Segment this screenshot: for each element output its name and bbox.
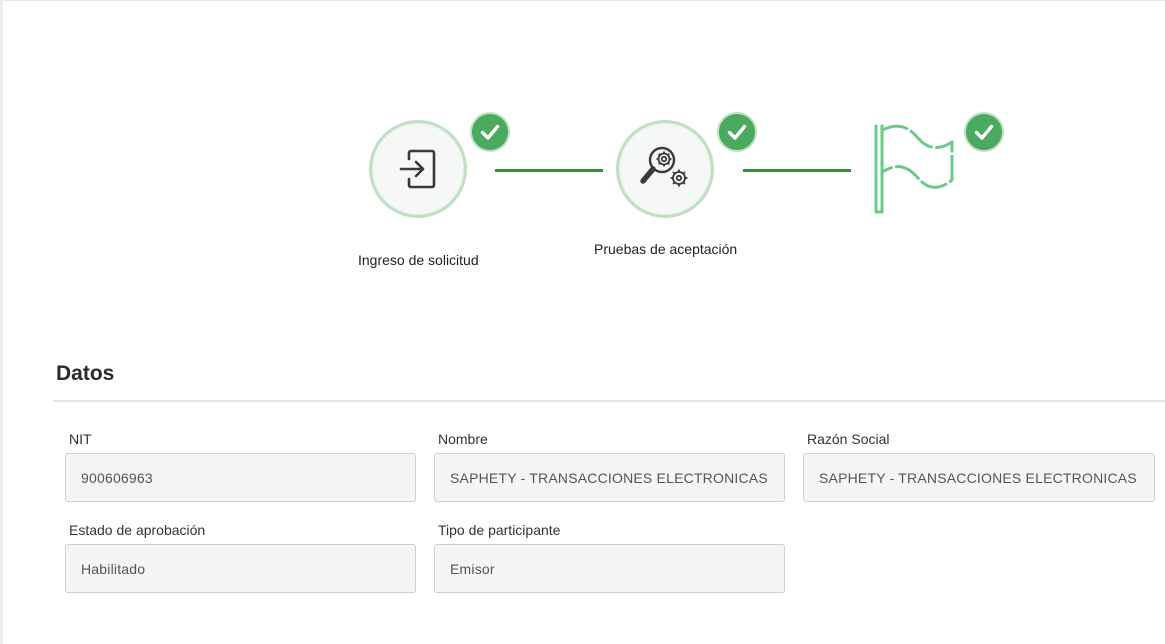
tipo-participante-field[interactable] xyxy=(434,544,785,593)
step-2-circle[interactable] xyxy=(616,120,714,218)
step-1-label: Ingreso de solicitud xyxy=(358,252,479,268)
nit-field[interactable] xyxy=(65,453,416,502)
nombre-label: Nombre xyxy=(438,431,488,447)
section-divider xyxy=(53,400,1165,402)
login-arrow-icon xyxy=(399,149,436,189)
nombre-field[interactable] xyxy=(434,453,785,502)
step-3-flag[interactable] xyxy=(866,120,962,220)
step-3-check-icon xyxy=(964,112,1004,152)
nit-label: NIT xyxy=(69,431,92,447)
razon-social-label: Razón Social xyxy=(807,431,890,447)
step-2-label: Pruebas de aceptación xyxy=(594,241,738,257)
finish-flag-icon xyxy=(874,124,954,214)
estado-aprobacion-field[interactable] xyxy=(65,544,416,593)
step-2-check-icon xyxy=(717,112,757,152)
progress-stepper: Ingreso de solicitud Pruebas de aceptaci… xyxy=(0,0,1165,300)
tipo-participante-label: Tipo de participante xyxy=(438,522,561,538)
section-title-datos: Datos xyxy=(56,362,115,385)
search-gears-icon xyxy=(640,146,688,187)
step-1-check-icon xyxy=(470,112,510,152)
step-connector-1 xyxy=(495,169,603,172)
step-1-circle[interactable] xyxy=(369,120,467,218)
estado-aprobacion-label: Estado de aprobación xyxy=(69,522,206,538)
razon-social-field[interactable] xyxy=(803,453,1155,502)
step-connector-2 xyxy=(743,169,851,172)
